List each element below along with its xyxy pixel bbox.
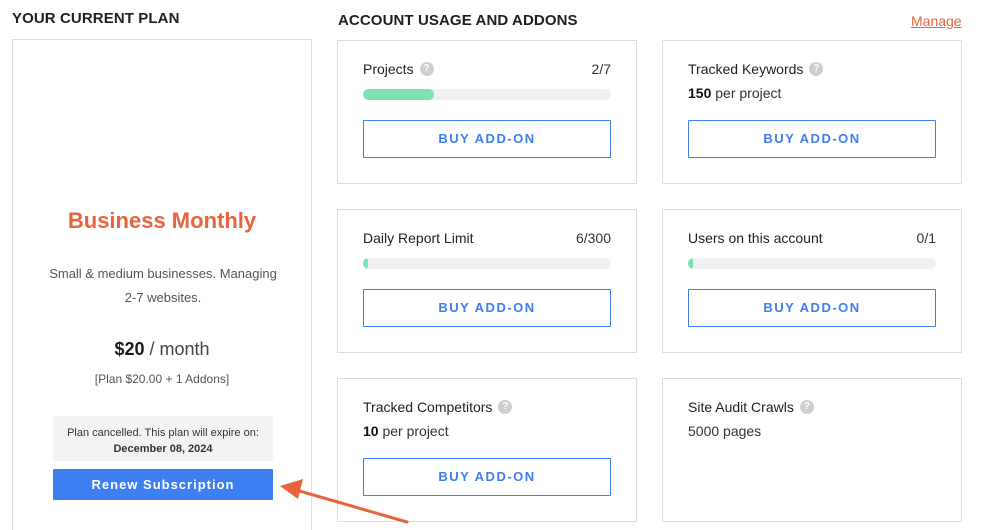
- current-plan-heading: YOUR CURRENT PLAN: [12, 10, 180, 27]
- help-icon[interactable]: ?: [799, 400, 814, 414]
- price-amount: $20: [114, 339, 145, 359]
- help-icon[interactable]: ?: [498, 400, 513, 414]
- price-breakdown: [Plan $20.00 + 1 Addons]: [94, 372, 230, 386]
- buy-addon-button[interactable]: BUY ADD-ON: [363, 458, 611, 496]
- notice-text: Plan cancelled. This plan will expire on…: [67, 427, 259, 439]
- cancellation-notice: Plan cancelled. This plan will expire on…: [53, 416, 273, 461]
- usage-progress-fill: [688, 258, 693, 269]
- card-label: Daily Report Limit: [363, 230, 474, 246]
- usage-progress-fill: [363, 89, 434, 100]
- limit-unit: per project: [378, 423, 449, 439]
- usage-progress-fill: [363, 258, 368, 269]
- limit-value: 10 per project: [363, 423, 449, 439]
- buy-addon-button[interactable]: BUY ADD-ON: [688, 289, 936, 327]
- plan-price: $20 / month: [13, 339, 311, 360]
- buy-addon-button[interactable]: BUY ADD-ON: [363, 289, 611, 327]
- plan-description: Small & medium businesses. Managing 2-7 …: [49, 266, 277, 305]
- current-plan-card: Business Monthly Small & medium business…: [12, 39, 312, 530]
- usage-progress-bar: [363, 258, 611, 269]
- tracked-competitors-card: Tracked Competitors ? 10 per project BUY…: [337, 378, 637, 522]
- card-label: Projects: [363, 61, 414, 77]
- help-icon[interactable]: ?: [419, 62, 434, 76]
- usage-count: 6/300: [575, 230, 611, 246]
- site-audit-crawls-card: Site Audit Crawls ? 5000 pages: [662, 378, 962, 522]
- usage-count: 2/7: [591, 61, 611, 77]
- usage-progress-bar: [363, 89, 611, 100]
- card-label: Users on this account: [688, 230, 823, 246]
- limit-number: 10: [363, 423, 379, 439]
- buy-addon-button[interactable]: BUY ADD-ON: [688, 120, 936, 158]
- expiry-date: December 08, 2024: [113, 443, 213, 455]
- daily-report-limit-card: Daily Report Limit 6/300 BUY ADD-ON: [337, 209, 637, 353]
- manage-link[interactable]: Manage: [911, 13, 962, 29]
- usage-count: 0/1: [916, 230, 936, 246]
- plan-name: Business Monthly: [67, 208, 257, 233]
- usage-addons-heading: ACCOUNT USAGE AND ADDONS: [338, 12, 578, 29]
- card-label-wrap: Site Audit Crawls ?: [688, 399, 814, 415]
- card-label: Site Audit Crawls: [688, 399, 794, 415]
- limit-number: 150: [688, 85, 712, 101]
- buy-addon-button[interactable]: BUY ADD-ON: [363, 120, 611, 158]
- card-label-wrap: Daily Report Limit: [363, 230, 473, 246]
- renew-subscription-button[interactable]: Renew Subscription: [53, 469, 273, 500]
- card-label-wrap: Tracked Competitors ?: [363, 399, 513, 415]
- card-label: Tracked Keywords: [688, 61, 804, 77]
- tracked-keywords-card: Tracked Keywords ? 150 per project BUY A…: [662, 40, 962, 184]
- card-label-wrap: Tracked Keywords ?: [688, 61, 824, 77]
- limit-value: 150 per project: [688, 85, 781, 101]
- price-period: / month: [144, 339, 210, 359]
- usage-progress-bar: [688, 258, 936, 269]
- card-label-wrap: Users on this account: [688, 230, 823, 246]
- card-label: Tracked Competitors: [363, 399, 493, 415]
- help-icon[interactable]: ?: [809, 62, 824, 76]
- users-card: Users on this account 0/1 BUY ADD-ON: [662, 209, 962, 353]
- limit-value: 5000 pages: [688, 423, 762, 439]
- projects-card: Projects ? 2/7 BUY ADD-ON: [337, 40, 637, 184]
- card-label-wrap: Projects ?: [363, 61, 434, 77]
- limit-unit: per project: [711, 85, 782, 101]
